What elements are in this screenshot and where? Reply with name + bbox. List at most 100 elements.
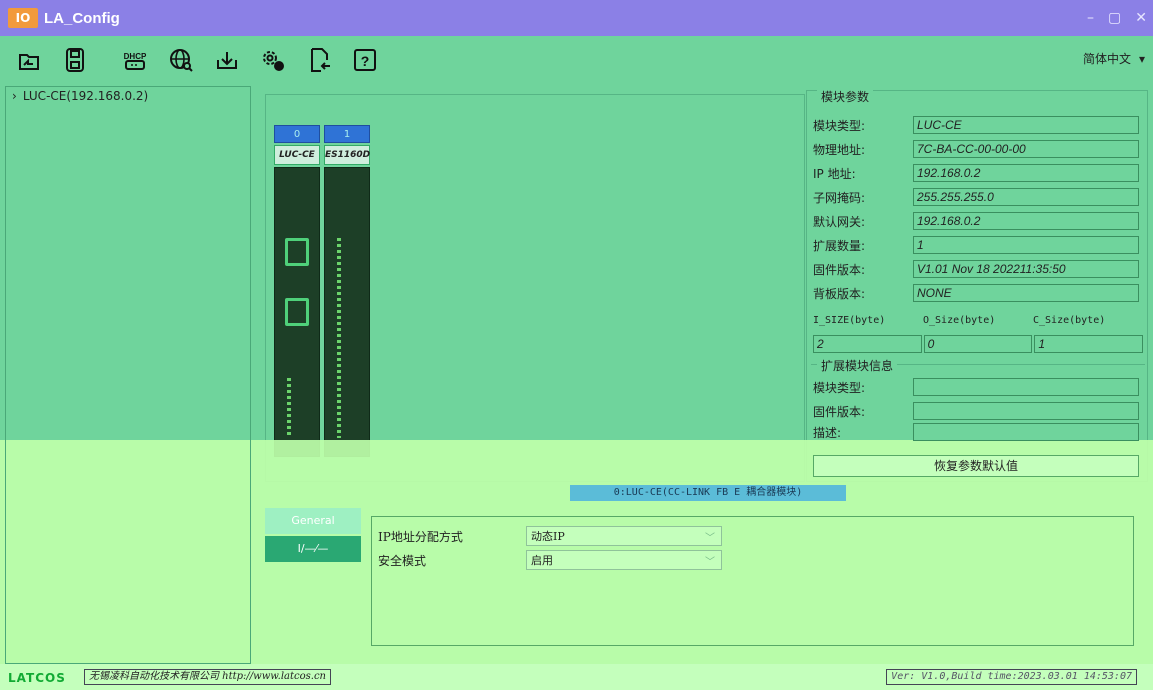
ext-row: 描述: [813, 422, 1143, 442]
param-row: 固件版本: V1.01 Nov 18 202211:35:50 [813, 259, 1143, 279]
maximize-button[interactable]: ▢ [1108, 10, 1121, 26]
param-row: 默认网关: 192.168.0.2 [813, 211, 1143, 231]
ethernet-port-icon [285, 298, 309, 326]
save-button[interactable] [58, 43, 92, 77]
network-search-button[interactable] [164, 43, 198, 77]
ext-label: 描述: [813, 425, 842, 440]
param-value[interactable]: 192.168.0.2 [913, 212, 1139, 230]
open-folder-icon [19, 54, 39, 70]
dhcp-icon: DHCP [124, 52, 147, 70]
export-button[interactable] [302, 43, 336, 77]
param-value[interactable]: 255.255.255.0 [913, 188, 1139, 206]
safe-mode-label: 安全模式 [378, 553, 427, 568]
ext-value[interactable] [913, 402, 1139, 420]
svg-text:DHCP: DHCP [124, 52, 147, 61]
params-title: 模块参数 [817, 88, 874, 105]
param-value[interactable]: LUC-CE [913, 116, 1139, 134]
company-info: 无锡凌科自动化技术有限公司 http://www.latcos.cn [84, 669, 331, 685]
chevron-right-icon: › [12, 89, 17, 103]
download-button[interactable] [210, 43, 244, 77]
param-value[interactable]: V1.01 Nov 18 202211:35:50 [913, 260, 1139, 278]
tree-lower [5, 440, 251, 664]
module-status: 0:LUC-CE(CC-LINK FB E 耦合器模块) [570, 485, 846, 501]
ext-label: 模块类型: [813, 380, 866, 395]
o-size-label: O_Size(byte) [923, 315, 996, 326]
chevron-down-icon: ﹀ [705, 533, 715, 544]
slot-index: 1 [324, 125, 370, 143]
param-label: 默认网关: [813, 214, 866, 229]
param-row: 物理地址: 7C-BA-CC-00-00-00 [813, 139, 1143, 159]
slot-module-name: ES1160D [324, 145, 370, 165]
size-labels: I_SIZE(byte) O_Size(byte) C_Size(byte) [813, 315, 1143, 326]
open-button[interactable] [12, 43, 46, 77]
help-button[interactable]: ? [348, 43, 382, 77]
o-size-field[interactable]: 0 [923, 335, 1033, 353]
minimize-button[interactable]: – [1087, 10, 1094, 26]
ext-row: 固件版本: [813, 401, 1143, 421]
footer: LATCOS 无锡凌科自动化技术有限公司 http://www.latcos.c… [0, 664, 1153, 690]
slot-module-name: LUC-CE [274, 145, 320, 165]
c-size-label: C_Size(byte) [1033, 315, 1106, 326]
i-size-label: I_SIZE(byte) [813, 315, 886, 326]
ext-row: 模块类型: [813, 377, 1143, 397]
download-icon [217, 52, 237, 69]
module-rack: 0 LUC-CE 1 ES1160D [265, 94, 805, 482]
window-title: LA_Config [44, 9, 120, 27]
safe-mode-select[interactable]: 启用 ﹀ [526, 550, 722, 570]
settings-button[interactable] [256, 43, 290, 77]
param-label: IP 地址: [813, 166, 856, 181]
module-body [324, 167, 370, 457]
config-row-ip-mode: IP地址分配方式 动态IP ﹀ [378, 525, 722, 547]
param-value[interactable]: NONE [913, 284, 1139, 302]
ext-label: 固件版本: [813, 404, 866, 419]
title-bar: IO LA_Config – ▢ ✕ [0, 0, 1153, 36]
param-label: 子网掩码: [813, 190, 866, 205]
led-strip [287, 378, 291, 438]
config-row-safe-mode: 安全模式 启用 ﹀ [378, 549, 722, 571]
globe-search-icon [170, 49, 193, 72]
param-row: 扩展数量: 1 [813, 235, 1143, 255]
led-strip [337, 238, 341, 438]
tree-item-luc-ce[interactable]: › LUC-CE(192.168.0.2) [6, 87, 250, 105]
toolbar: DHCP ? 简体中文 ▾ [0, 36, 1153, 84]
window-controls: – ▢ ✕ [1087, 0, 1147, 36]
param-label: 固件版本: [813, 262, 866, 277]
language-select[interactable]: 简体中文 ▾ [1083, 50, 1145, 67]
dhcp-button[interactable]: DHCP [118, 43, 152, 77]
lower-panel: 描述: 恢复参数默认值 0:LUC-CE(CC-LINK FB E 耦合器模块)… [0, 423, 1153, 664]
ext-info-title: 扩展模块信息 [817, 357, 898, 374]
param-row: 模块类型: LUC-CE [813, 115, 1143, 135]
tree-item-label: LUC-CE(192.168.0.2) [22, 89, 149, 103]
slot-index: 0 [274, 125, 320, 143]
param-row: 背板版本: NONE [813, 283, 1143, 303]
restore-defaults-button[interactable]: 恢复参数默认值 [813, 455, 1139, 477]
param-label: 模块类型: [813, 118, 866, 133]
ethernet-port-icon [285, 238, 309, 266]
safe-mode-value: 启用 [531, 554, 553, 567]
param-value[interactable]: 192.168.0.2 [913, 164, 1139, 182]
ip-mode-select[interactable]: 动态IP ﹀ [526, 526, 722, 546]
tab-io[interactable]: I/—⁄— [265, 536, 361, 562]
slot-0[interactable]: 0 LUC-CE [274, 125, 320, 457]
chevron-down-icon: ▾ [1138, 51, 1145, 66]
i-size-field[interactable]: 2 [813, 335, 922, 353]
ext-value[interactable] [913, 423, 1139, 441]
gears-icon [263, 51, 284, 71]
ext-value[interactable] [913, 378, 1139, 396]
version-info: Ver: V1.0,Build time:2023.03.01 14:53:07 [886, 669, 1137, 685]
slot-1[interactable]: 1 ES1160D [324, 125, 370, 457]
app-logo: IO [8, 8, 38, 28]
param-label: 物理地址: [813, 142, 866, 157]
tab-general[interactable]: General [265, 508, 361, 534]
config-panel: IP地址分配方式 动态IP ﹀ 安全模式 启用 ﹀ [371, 516, 1134, 646]
size-values: 2 0 1 [813, 335, 1144, 353]
param-label: 扩展数量: [813, 238, 866, 253]
svg-text:?: ? [361, 53, 370, 69]
c-size-field[interactable]: 1 [1034, 335, 1144, 353]
param-row: 子网掩码: 255.255.255.0 [813, 187, 1143, 207]
module-body [274, 167, 320, 457]
ip-mode-label: IP地址分配方式 [378, 529, 463, 544]
param-value[interactable]: 7C-BA-CC-00-00-00 [913, 140, 1139, 158]
param-value[interactable]: 1 [913, 236, 1139, 254]
close-button[interactable]: ✕ [1135, 10, 1147, 26]
